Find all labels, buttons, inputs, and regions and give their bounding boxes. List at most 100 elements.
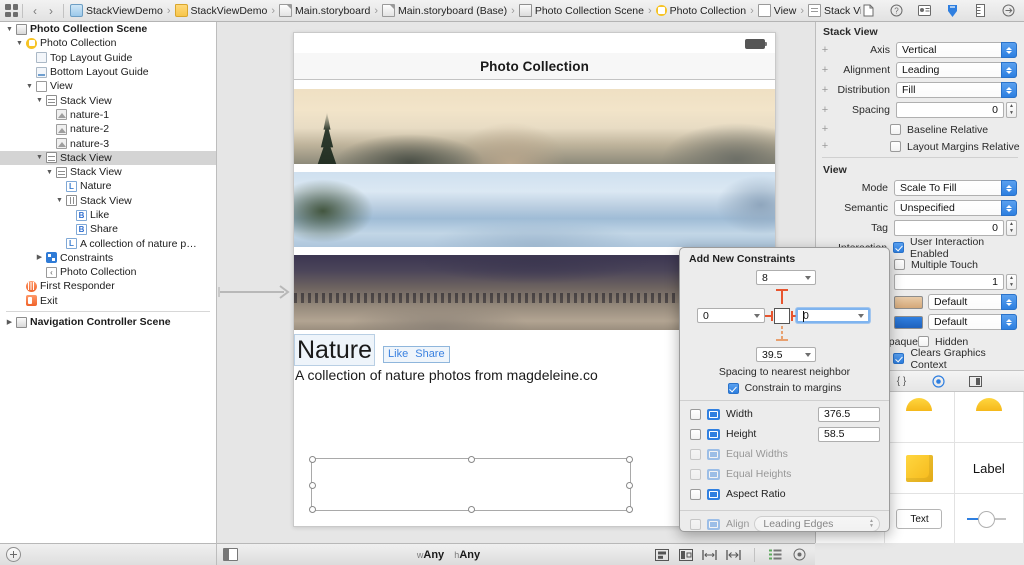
tag-stepper[interactable]: ▲ ▼ — [1006, 220, 1017, 236]
button-share[interactable]: Share — [415, 348, 444, 360]
library-item-slider[interactable] — [955, 494, 1024, 543]
disclosure-triangle-icon[interactable]: ▶ — [4, 319, 15, 326]
zoom-fit-icon[interactable] — [792, 548, 807, 561]
user-interaction-enabled-checkbox[interactable] — [893, 242, 905, 253]
top-spacing-field-wrap[interactable]: 8 — [756, 270, 816, 285]
file-inspector-icon[interactable] — [861, 4, 876, 18]
outline-row-stack-view[interactable]: ▼ Stack View — [0, 150, 216, 165]
breadcrumb-item-project[interactable]: StackViewDemo › — [70, 4, 175, 17]
width-constraint-row[interactable]: Width 376.5 — [680, 404, 889, 424]
resize-handle[interactable] — [626, 456, 633, 463]
background-color-swatch[interactable] — [894, 315, 923, 329]
chevron-updown-icon[interactable] — [1001, 294, 1017, 310]
layout-margins-relative-checkbox[interactable] — [890, 141, 901, 152]
library-item-object[interactable] — [885, 392, 955, 443]
disclosure-triangle-icon[interactable]: ▼ — [54, 197, 65, 204]
chevron-updown-icon[interactable] — [1001, 82, 1017, 98]
breadcrumb-item-view[interactable]: View › — [757, 4, 808, 17]
code-snippet-library-icon[interactable]: { } — [894, 374, 909, 388]
height-value-combo[interactable]: 58.5 — [818, 426, 880, 442]
disclosure-triangle-icon[interactable]: ▼ — [34, 97, 45, 104]
pin-icon[interactable] — [678, 548, 693, 561]
aspect-ratio-row[interactable]: Aspect Ratio — [680, 484, 889, 504]
button-like[interactable]: Like — [388, 348, 408, 360]
right-spacing-field-wrap[interactable]: 0 — [796, 308, 870, 323]
connections-inspector-icon[interactable] — [1001, 4, 1016, 18]
field-distribution[interactable]: + Distribution Fill — [816, 81, 1024, 99]
baseline-relative-checkbox[interactable] — [890, 124, 901, 135]
library-item-view-controller[interactable] — [954, 392, 1024, 443]
chevron-down-icon[interactable] — [858, 313, 864, 318]
outline-row-top-layout-guide[interactable]: Top Layout Guide — [0, 51, 216, 65]
hidden-checkbox[interactable] — [918, 336, 929, 347]
resize-handle[interactable] — [309, 456, 316, 463]
outline-row-first-responder[interactable]: First Responder — [0, 279, 216, 293]
checkbox-layout-margins-relative-row[interactable]: + Layout Margins Relative — [816, 138, 1024, 155]
library-item-object-cube[interactable] — [885, 443, 955, 494]
chevron-updown-icon[interactable] — [1001, 200, 1017, 216]
chevron-updown-icon[interactable] — [1001, 180, 1017, 196]
aspect-ratio-checkbox[interactable] — [690, 488, 701, 500]
resize-handle[interactable] — [626, 506, 633, 513]
chevron-down-icon[interactable] — [805, 352, 811, 357]
alignment-popup[interactable]: Leading — [896, 62, 1017, 78]
bottom-spacing-field-wrap[interactable]: 39.5 — [756, 347, 816, 362]
chevron-down-icon[interactable] — [754, 313, 760, 318]
document-outline-toggle[interactable] — [217, 548, 243, 561]
background-popup[interactable]: Default — [928, 314, 1017, 330]
document-outline[interactable]: ▼ Photo Collection Scene ▼ Photo Collection… — [0, 22, 217, 543]
library-item-text-field[interactable]: Text — [885, 494, 955, 543]
add-variation-icon[interactable]: + — [818, 124, 832, 135]
outline-row-bottom-layout-guide[interactable]: Bottom Layout Guide — [0, 65, 216, 79]
alpha-stepper[interactable]: ▲ ▼ — [1006, 274, 1017, 290]
constraint-spacing-widget[interactable]: 8 0 0 39.5 — [680, 270, 889, 362]
disclosure-triangle-icon[interactable]: ▼ — [44, 169, 55, 176]
checkbox-baseline-relative-row[interactable]: + Baseline Relative — [816, 121, 1024, 138]
left-spacing-combo[interactable]: 0 — [697, 308, 765, 323]
field-semantic[interactable]: Semantic Unspecified — [816, 199, 1024, 217]
tint-popup[interactable]: Default — [928, 294, 1017, 310]
disclosure-triangle-icon[interactable]: ▼ — [4, 26, 15, 33]
chevron-updown-icon[interactable] — [1001, 42, 1017, 58]
resize-handle[interactable] — [468, 506, 475, 513]
add-variation-icon[interactable]: + — [818, 64, 832, 76]
field-mode[interactable]: Mode Scale To Fill — [816, 179, 1024, 197]
outline-row-nature-2[interactable]: nature-2 — [0, 122, 216, 136]
chevron-down-icon[interactable] — [805, 275, 811, 280]
field-tag[interactable]: Tag 0 ▲ ▼ — [816, 219, 1024, 237]
media-library-icon[interactable] — [968, 374, 983, 388]
outline-row-nature-3[interactable]: nature-3 — [0, 136, 216, 150]
image-view-nature-2[interactable] — [294, 172, 775, 247]
tint-color-swatch[interactable] — [894, 295, 923, 309]
top-spacing-combo[interactable]: 8 — [756, 270, 816, 285]
outline-row-like[interactable]: B Like — [0, 208, 216, 222]
editor-list-icon[interactable] — [768, 548, 783, 561]
outline-row-view[interactable]: ▼ View — [0, 79, 216, 93]
right-spacing-combo[interactable]: 0 — [796, 308, 870, 323]
field-alignment[interactable]: + Alignment Leading — [816, 61, 1024, 79]
axis-popup[interactable]: Vertical — [896, 42, 1017, 58]
add-variation-icon[interactable]: + — [818, 84, 832, 96]
outline-row-nature[interactable]: L Nature — [0, 179, 216, 193]
outline-row-stack-view[interactable]: ▼ Stack View — [0, 93, 216, 107]
label-nature-wrap[interactable]: Nature — [294, 334, 376, 366]
outline-row-photo-collection[interactable]: ▼ Photo Collection — [0, 36, 216, 50]
height-checkbox[interactable] — [690, 428, 701, 440]
add-variation-icon[interactable]: + — [818, 104, 832, 116]
outline-row-photo-collection-scene[interactable]: ▼ Photo Collection Scene — [0, 22, 216, 36]
constrain-to-margins-checkbox[interactable] — [727, 382, 739, 394]
bottom-spacing-combo[interactable]: 39.5 — [756, 347, 816, 362]
breadcrumb-item-folder[interactable]: StackViewDemo › — [174, 4, 280, 17]
multiple-touch-checkbox[interactable] — [894, 259, 905, 270]
spacing-stepper[interactable]: ▲ ▼ — [1006, 102, 1017, 118]
outline-row-navigation-controller-scene[interactable]: ▶ Navigation Controller Scene — [0, 315, 216, 329]
breadcrumb-item-storyboard-base[interactable]: Main.storyboard (Base) › — [382, 4, 519, 17]
field-spacing[interactable]: + Spacing 0 ▲ ▼ — [816, 101, 1024, 119]
alpha-input[interactable]: 1 — [894, 274, 1004, 290]
resize-handle[interactable] — [309, 481, 316, 489]
add-variation-icon[interactable]: + — [818, 141, 832, 152]
add-filter-button[interactable] — [6, 547, 21, 562]
add-variation-icon[interactable]: + — [818, 44, 832, 56]
outline-row-stack-view[interactable]: ▼ Stack View — [0, 165, 216, 179]
chevron-updown-icon[interactable] — [1001, 314, 1017, 330]
